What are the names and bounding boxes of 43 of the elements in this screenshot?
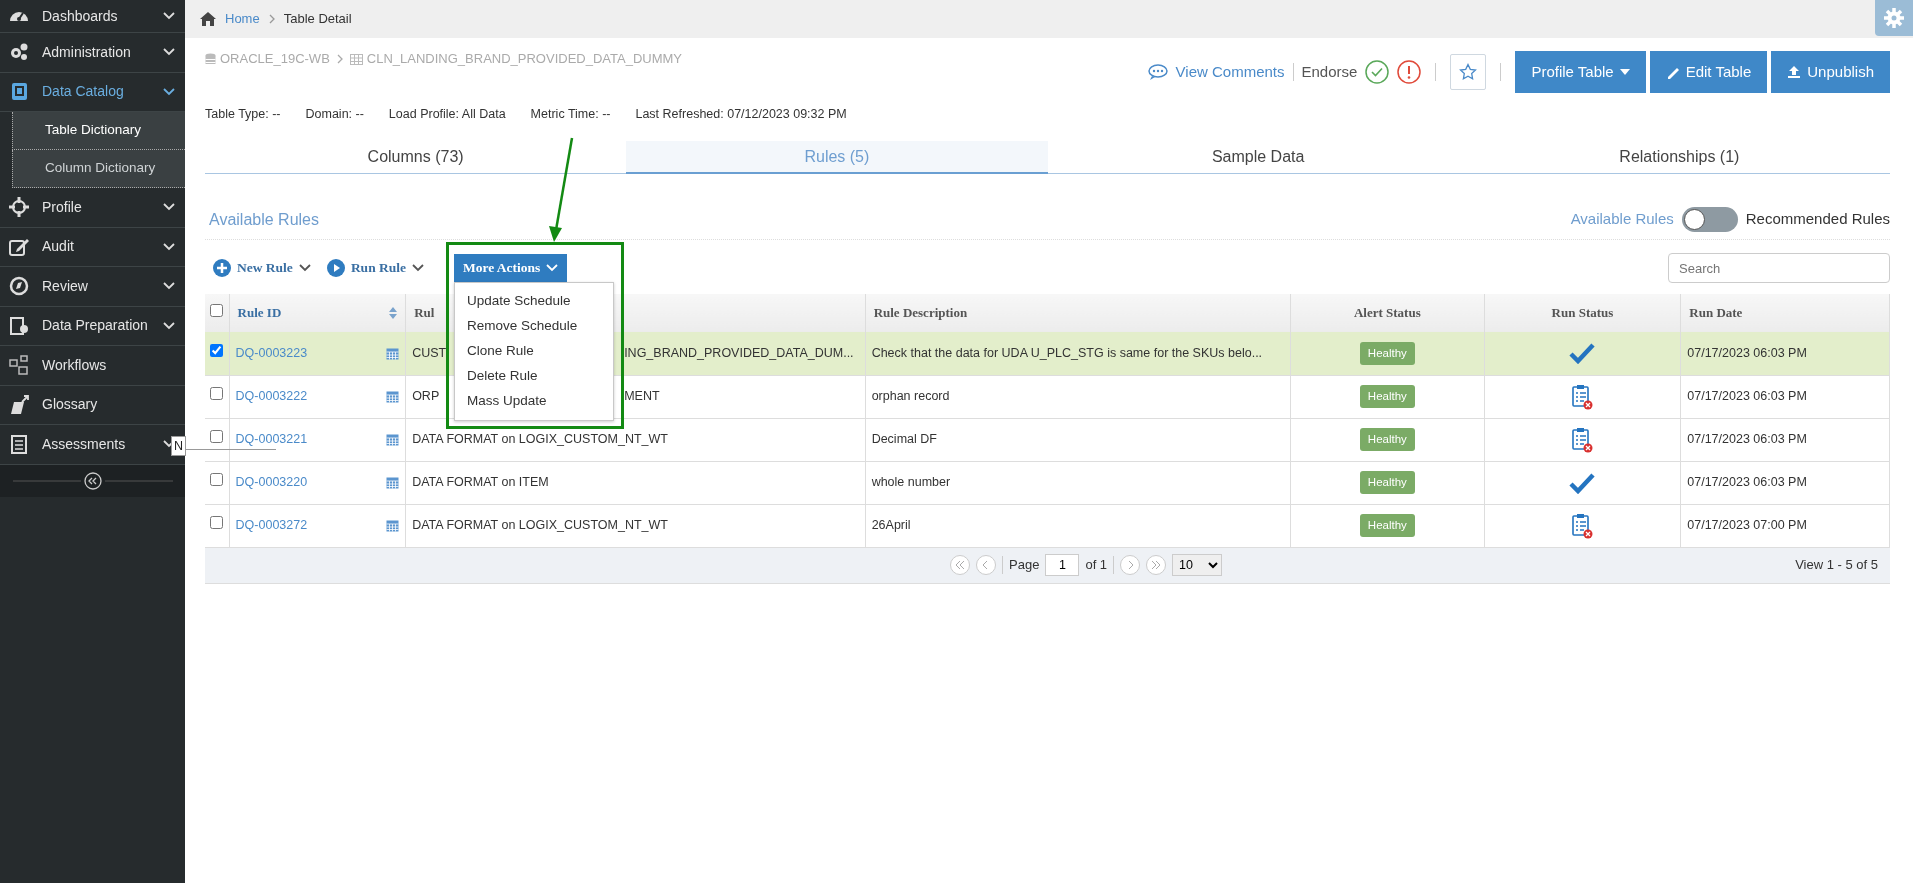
column-header: Rul	[414, 305, 435, 321]
table-name: CLN_LANDING_BRAND_PROVIDED_DATA_DUMMY	[366, 50, 682, 69]
status-badge: Healthy	[1359, 513, 1415, 538]
page-summary: View 1 - 5 of 5	[1795, 556, 1878, 575]
table-cell-text: DATA FORMAT on LOGIX_CUSTOM_NT_WT	[412, 517, 668, 535]
endorse-label: Endorse	[1301, 61, 1358, 82]
table-meta: Last Refreshed: 07/12/2023 09:32 PM	[635, 105, 847, 123]
table-cell: 07/17/2023 06:03 PM	[1680, 461, 1890, 504]
table-cell: Decimal DF	[865, 418, 1291, 461]
table-cell: 07/17/2023 06:03 PM	[1680, 375, 1890, 418]
table-cell: Check that the data for UDA U_PLC_STG is same for the SKUs belo...	[865, 332, 1291, 375]
column-header: Run Date	[1689, 305, 1743, 321]
column-header: Run Status	[1551, 305, 1614, 321]
table-meta: Metric Time: --	[530, 105, 611, 123]
table-cell-text: MENT	[624, 388, 661, 406]
column-header: Alert Status	[1353, 305, 1421, 321]
table-meta: Load Profile: All Data	[388, 105, 506, 123]
table-cell-text: ING_BRAND_PROVIDED_DATA_DUM...	[624, 344, 855, 362]
table-meta: Domain: --	[305, 105, 364, 123]
table-cell: 26April	[865, 504, 1291, 547]
status-badge: Healthy	[1359, 341, 1415, 365]
column-header: Rule Description	[873, 305, 968, 321]
table-cell: whole number	[865, 461, 1291, 504]
status-badge: Healthy	[1359, 470, 1415, 495]
table-meta: Table Type: --	[205, 105, 281, 123]
table-cell: 07/17/2023 07:00 PM	[1680, 504, 1890, 547]
status-badge: Healthy	[1359, 384, 1415, 409]
section-title: Available Rules	[208, 209, 320, 230]
table-cell-text: CUST	[412, 344, 447, 362]
table-cell: 07/17/2023 06:03 PM	[1680, 418, 1890, 461]
database-name: ORACLE_19C-WB	[220, 50, 330, 69]
table-cell: 07/17/2023 06:03 PM	[1680, 332, 1890, 375]
table-cell-text: DATA FORMAT on LOGIX_CUSTOM_NT_WT	[412, 431, 668, 449]
table-cell-text: DATA FORMAT on ITEM	[412, 474, 549, 492]
status-badge: Healthy	[1359, 427, 1415, 452]
toggle-label: Recommended Rules	[1745, 209, 1890, 230]
toggle-label: Available Rules	[1570, 209, 1674, 230]
table-cell-text: ORP	[412, 388, 440, 406]
page-count: of 1	[1085, 556, 1108, 575]
table-cell: orphan record	[865, 375, 1291, 418]
tooltip: N	[171, 436, 187, 456]
breadcrumb-current: Table Detail	[283, 10, 352, 29]
page-label: Page	[1009, 556, 1040, 575]
